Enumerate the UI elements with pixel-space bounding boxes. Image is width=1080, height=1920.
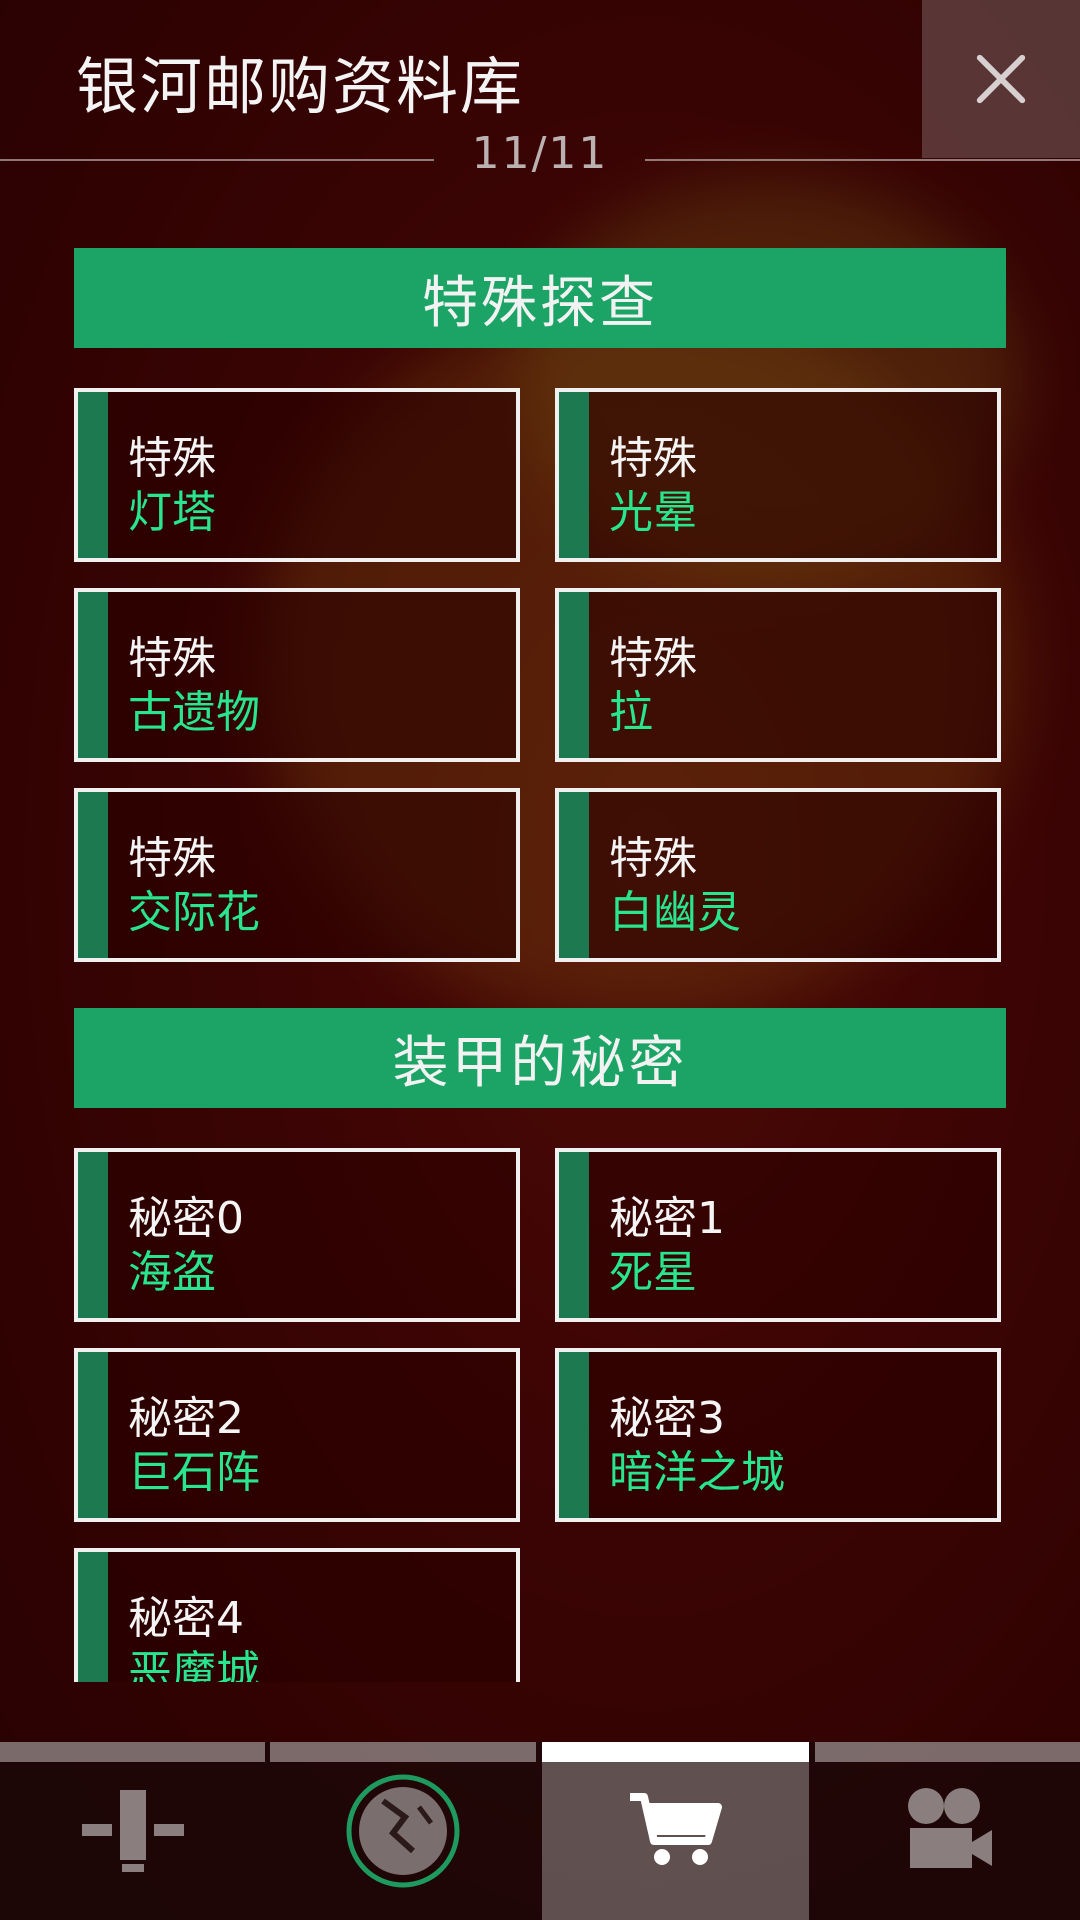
card-stripe <box>559 592 589 758</box>
card-stripe <box>78 1152 108 1318</box>
header-divider-right <box>645 159 1080 161</box>
close-icon <box>976 54 1026 104</box>
card-name: 暗洋之城 <box>609 1447 785 1498</box>
card-name: 恶魔城 <box>128 1647 260 1682</box>
card-stripe <box>78 1352 108 1518</box>
tab-indicator <box>542 1742 809 1762</box>
card-name: 海盗 <box>128 1247 216 1298</box>
card-secret-3[interactable]: 秘密3 暗洋之城 <box>555 1348 1001 1522</box>
card-secret-2[interactable]: 秘密2 巨石阵 <box>74 1348 520 1522</box>
card-stripe <box>559 392 589 558</box>
antenna-icon <box>81 1790 184 1872</box>
card-stripe <box>78 392 108 558</box>
close-button[interactable] <box>922 0 1080 158</box>
bottom-tab-bar <box>0 1742 1080 1920</box>
section-header-special: 特殊探查 <box>74 248 1006 348</box>
card-name: 灯塔 <box>128 487 216 538</box>
card-special-lighthouse[interactable]: 特殊 灯塔 <box>74 388 520 562</box>
tab-indicator <box>270 1742 536 1762</box>
card-name: 白幽灵 <box>609 887 741 938</box>
card-stripe <box>78 592 108 758</box>
card-special-halo[interactable]: 特殊 光晕 <box>555 388 1001 562</box>
tab-indicator <box>0 1742 265 1762</box>
card-name: 死星 <box>609 1247 697 1298</box>
card-stripe <box>559 792 589 958</box>
planet-icon <box>346 1774 460 1888</box>
tab-planet[interactable] <box>270 1742 536 1920</box>
card-name: 巨石阵 <box>128 1447 260 1498</box>
tab-shop[interactable] <box>542 1742 809 1920</box>
card-name: 交际花 <box>128 887 260 938</box>
tab-indicator <box>815 1742 1080 1762</box>
tab-camera[interactable] <box>815 1742 1080 1920</box>
page-counter: 11/11 <box>471 128 609 179</box>
header-divider-left <box>0 159 434 161</box>
page-title: 银河邮购资料库 <box>76 50 525 123</box>
card-stripe <box>559 1152 589 1318</box>
card-name: 光晕 <box>609 487 697 538</box>
card-stripe <box>559 1352 589 1518</box>
shopping-cart-icon <box>629 1793 722 1865</box>
secrets-list[interactable]: 秘密0 海盗 秘密1 死星 秘密2 巨石阵 秘密3 暗洋之城 秘密4 恶魔城 <box>0 1140 1080 1682</box>
card-special-courtesan[interactable]: 特殊 交际花 <box>74 788 520 962</box>
card-name: 拉 <box>609 687 653 738</box>
card-special-ra[interactable]: 特殊 拉 <box>555 588 1001 762</box>
card-special-relic[interactable]: 特殊 古遗物 <box>74 588 520 762</box>
card-secret-4[interactable]: 秘密4 恶魔城 <box>74 1548 520 1682</box>
section-header-armor-secrets: 装甲的秘密 <box>74 1008 1006 1108</box>
card-special-white-ghost[interactable]: 特殊 白幽灵 <box>555 788 1001 962</box>
card-secret-1[interactable]: 秘密1 死星 <box>555 1148 1001 1322</box>
card-secret-0[interactable]: 秘密0 海盗 <box>74 1148 520 1322</box>
tab-antenna[interactable] <box>0 1742 265 1920</box>
card-stripe <box>78 1552 108 1682</box>
card-stripe <box>78 792 108 958</box>
camera-icon <box>907 1788 992 1868</box>
card-name: 古遗物 <box>128 687 260 738</box>
